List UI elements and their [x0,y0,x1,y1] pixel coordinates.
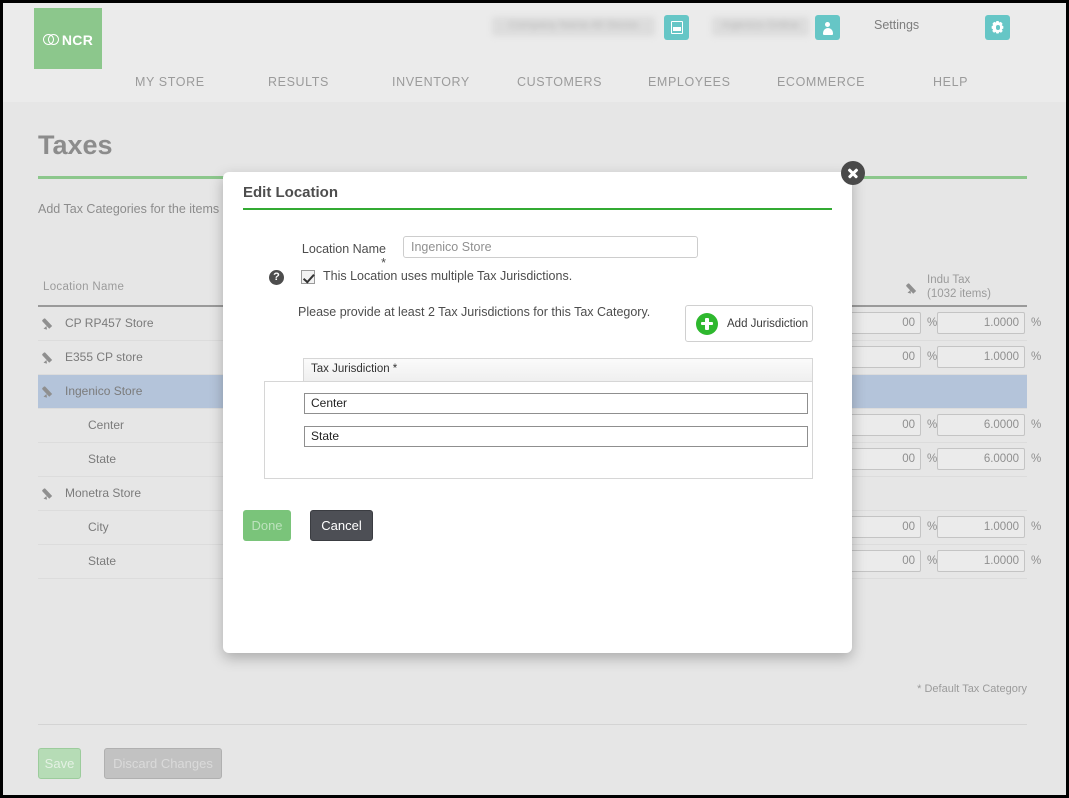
percent-sign: % [1031,351,1042,363]
nav-item-inventory[interactable]: INVENTORY [392,75,470,89]
row-location-name: CP RP457 Store [65,316,154,330]
user-name-redacted: Ingenico Online [712,17,809,36]
pencil-icon[interactable] [42,315,57,330]
indu-tax-input[interactable]: 6.0000 [937,414,1025,436]
org-name-redacted: Company Name All Stores [492,17,655,36]
row-location-name: Ingenico Store [65,384,143,398]
jurisdiction-list-panel: Center State [264,381,813,479]
percent-sign: % [1031,317,1042,329]
nav-item-help[interactable]: HELP [933,75,968,89]
percent-sign: % [1031,521,1042,533]
percent-sign: % [1031,453,1042,465]
multiple-jurisdictions-checkbox[interactable] [301,270,315,284]
nav-item-results[interactable]: RESULTS [268,75,329,89]
edit-location-modal: Edit Location Location Name * Ingenico S… [223,172,852,653]
nav-item-employees[interactable]: EMPLOYEES [648,75,731,89]
percent-sign: % [1031,555,1042,567]
location-name-label: Location Name * [301,242,386,270]
gear-icon-button[interactable] [985,15,1010,40]
plus-icon [696,312,718,335]
column-header-indu-tax-items: (1032 items) [927,288,991,300]
indu-tax-input[interactable]: 6.0000 [937,448,1025,470]
page-subtitle: Add Tax Categories for the items [38,202,220,216]
save-button[interactable]: Save [38,748,81,779]
gear-icon [991,21,1004,34]
indu-tax-input[interactable]: 1.0000 [937,312,1025,334]
location-name-input[interactable]: Ingenico Store [403,236,698,258]
top-header: NCR Company Name All Stores Ingenico Onl… [3,3,1066,72]
add-jurisdiction-button[interactable]: Add Jurisdiction [685,305,813,342]
multiple-jurisdictions-label: This Location uses multiple Tax Jurisdic… [323,269,573,283]
settings-link[interactable]: Settings [874,18,919,32]
page-title: Taxes [38,130,113,160]
app-window: NCR Company Name All Stores Ingenico Onl… [0,0,1069,798]
jurisdiction-input-0[interactable]: Center [304,393,808,414]
jurisdiction-column-header: Tax Jurisdiction * [303,358,813,381]
pencil-icon [906,280,921,295]
person-icon-button[interactable] [815,15,840,40]
done-button[interactable]: Done [243,510,291,541]
row-location-name: Monetra Store [65,486,142,500]
ncr-logo-text: NCR [61,32,94,48]
percent-sign: % [927,521,938,533]
wallet-icon [670,21,683,34]
percent-sign: % [1031,419,1042,431]
percent-sign: % [927,555,938,567]
indu-tax-cell[interactable]: 1.0000 % [937,346,1041,368]
help-icon[interactable]: ? [269,270,284,285]
indu-tax-cell[interactable]: 1.0000 % [937,312,1041,334]
nav-item-my-store[interactable]: MY STORE [135,75,205,89]
percent-sign: % [927,317,938,329]
indu-tax-input[interactable]: 1.0000 [937,550,1025,572]
cancel-button[interactable]: Cancel [310,510,373,541]
main-navigation: MY STORE RESULTS INVENTORY CUSTOMERS EMP… [3,69,1066,103]
modal-title-divider [243,208,832,210]
row-jurisdiction-name: State [88,554,117,568]
ncr-logo[interactable]: NCR [34,8,102,72]
discard-changes-button[interactable]: Discard Changes [104,748,222,779]
bottom-divider [38,724,1027,725]
wallet-icon-button[interactable] [664,15,689,40]
person-icon [821,21,834,35]
column-header-location-name: Location Name [43,281,125,293]
percent-sign: % [927,453,938,465]
add-jurisdiction-label: Add Jurisdiction [727,317,809,330]
jurisdiction-input-1[interactable]: State [304,426,808,447]
indu-tax-cell[interactable]: 1.0000 % [937,550,1041,572]
column-header-indu-tax-name: Indu Tax [927,274,971,286]
row-location-name: E355 CP store [65,350,143,364]
jurisdiction-column-header-label: Tax Jurisdiction * [311,363,398,375]
default-tax-category-footnote: * Default Tax Category [917,683,1027,695]
row-jurisdiction-name: City [88,520,109,534]
modal-title: Edit Location [243,184,338,201]
nav-item-ecommerce[interactable]: ECOMMERCE [777,75,865,89]
percent-sign: % [927,419,938,431]
indu-tax-cell[interactable]: 6.0000 % [937,448,1041,470]
close-modal-button[interactable] [841,161,865,185]
jurisdiction-note: Please provide at least 2 Tax Jurisdicti… [298,305,651,319]
indu-tax-input[interactable]: 1.0000 [937,346,1025,368]
nav-item-customers[interactable]: CUSTOMERS [517,75,602,89]
pencil-icon[interactable] [42,485,57,500]
row-jurisdiction-name: State [88,452,117,466]
indu-tax-input[interactable]: 1.0000 [937,516,1025,538]
indu-tax-cell[interactable]: 6.0000 % [937,414,1041,436]
pencil-icon[interactable] [42,349,57,364]
indu-tax-cell[interactable]: 1.0000 % [937,516,1041,538]
column-header-indu-tax[interactable]: Indu Tax (1032 items) [906,273,991,301]
close-icon [847,167,859,179]
percent-sign: % [927,351,938,363]
row-jurisdiction-name: Center [88,418,125,432]
pencil-icon[interactable] [42,383,57,398]
ncr-mark-icon [42,33,60,47]
